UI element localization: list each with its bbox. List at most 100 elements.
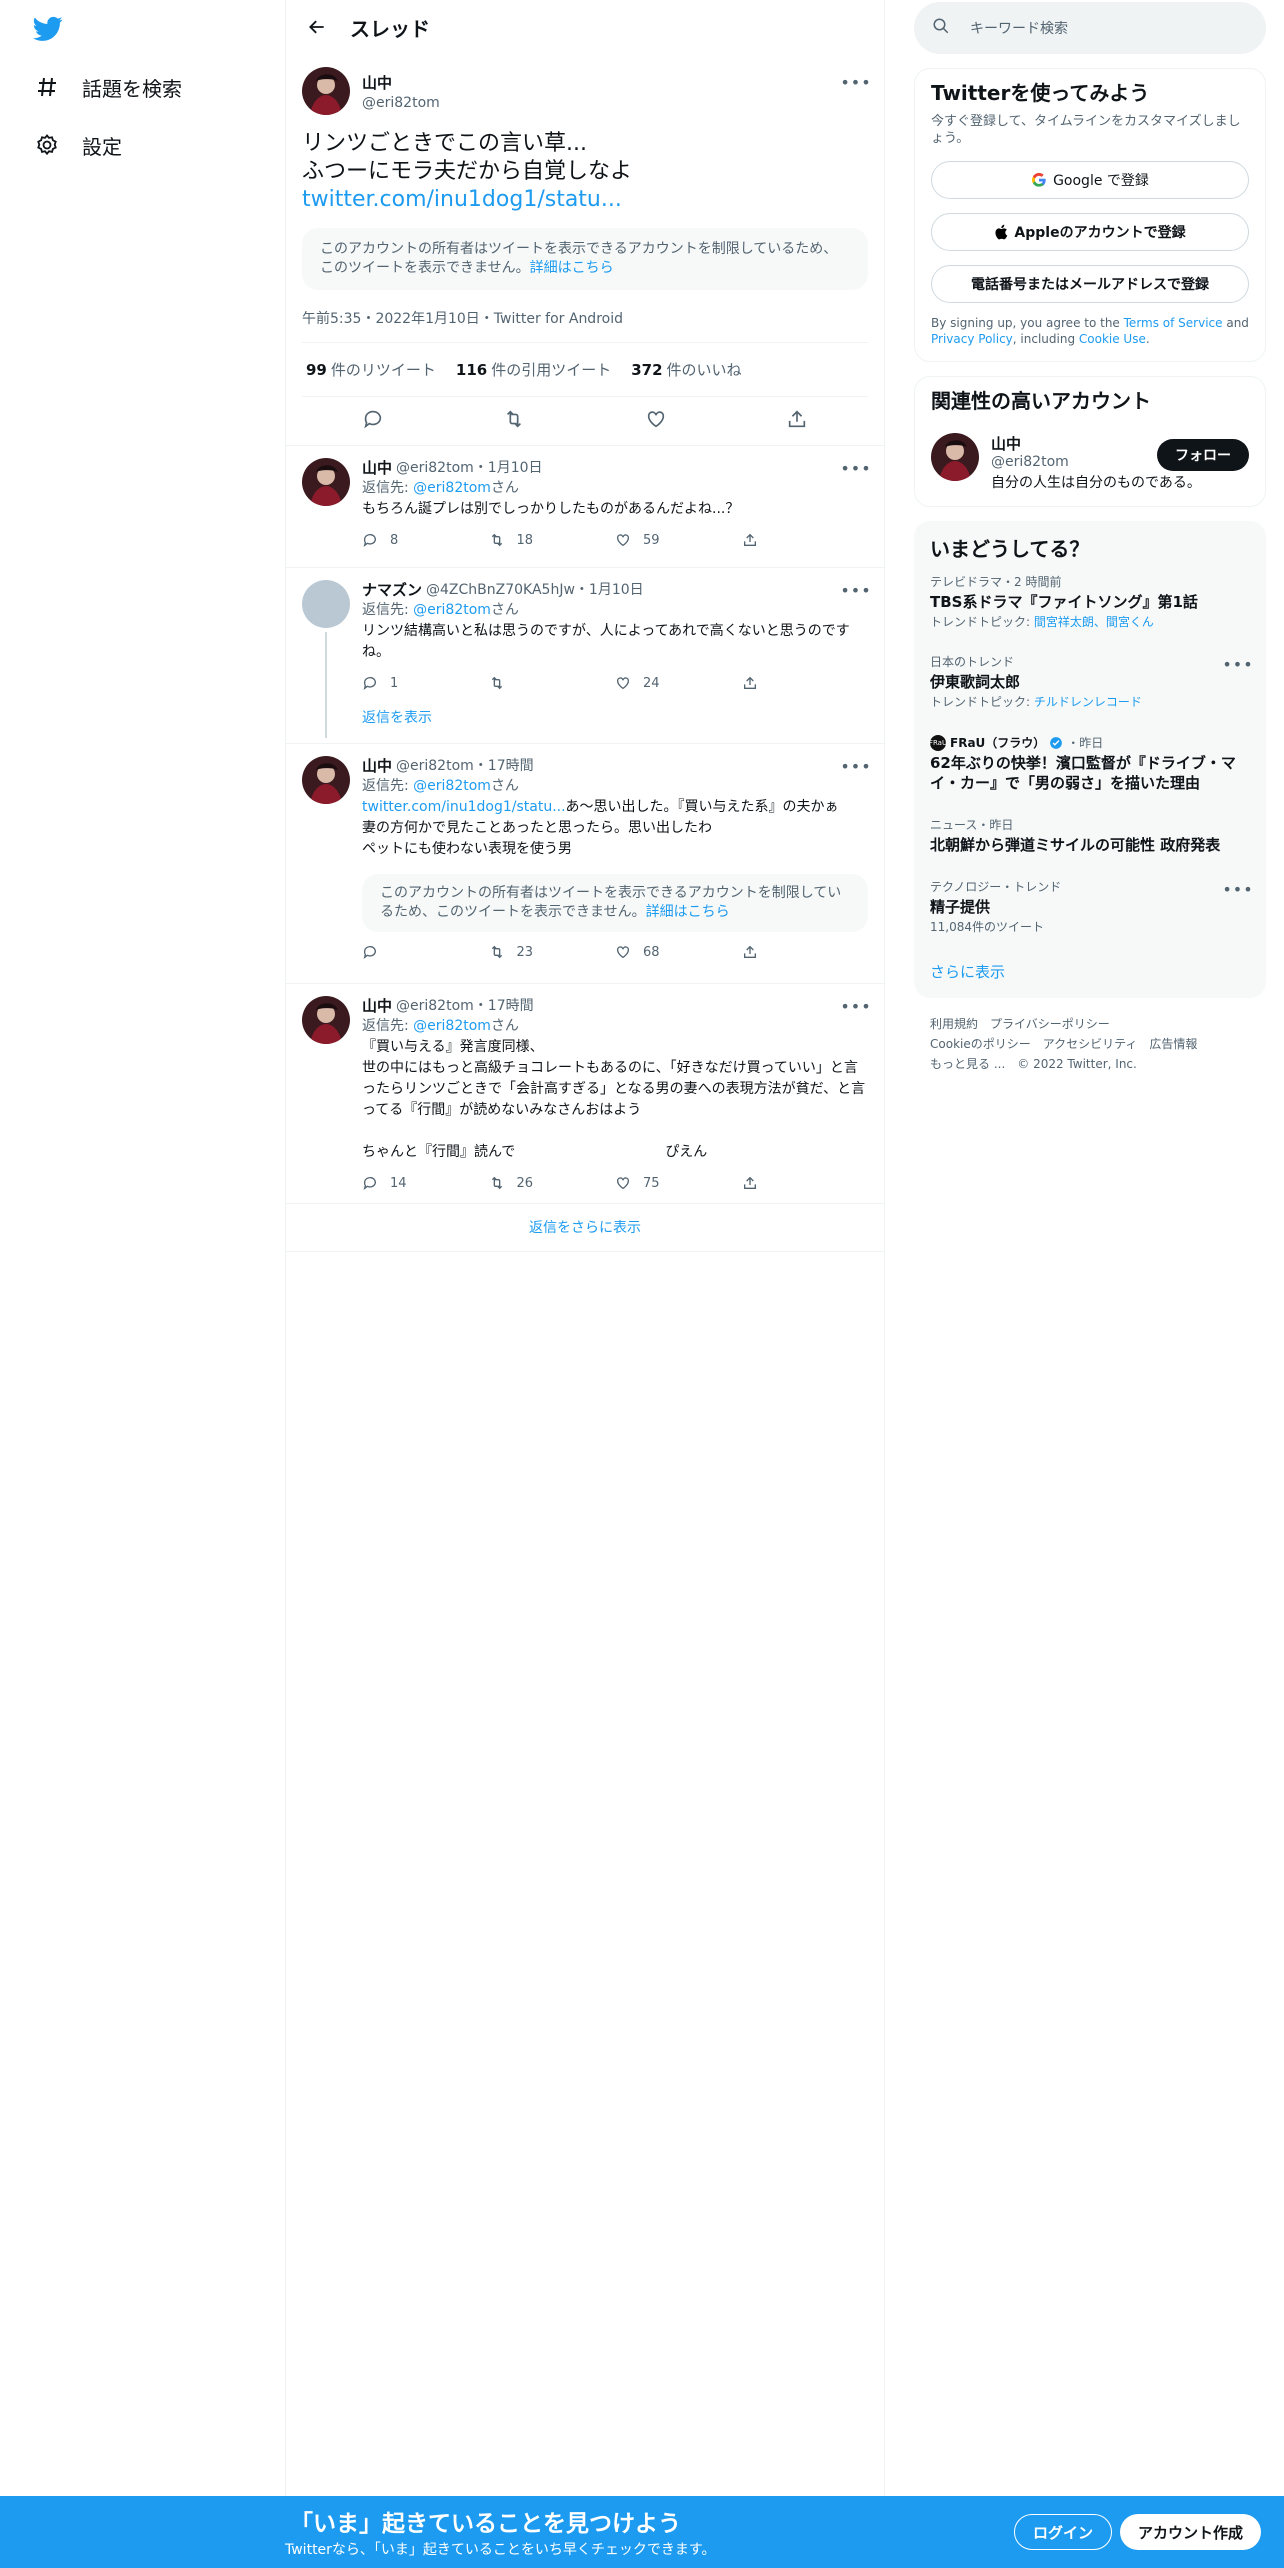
more-icon[interactable]: ••• [840, 72, 870, 92]
trend-item[interactable]: ニュース・昨日 北朝鮮から弾道ミサイルの可能性 政府発表 [914, 805, 1266, 867]
reply-to-link[interactable]: @eri82tom [413, 480, 491, 496]
author-handle[interactable]: @eri82tom [362, 95, 440, 111]
footer-terms[interactable]: 利用規約 [930, 1017, 978, 1031]
avatar[interactable] [302, 67, 350, 115]
tweet-text: もちろん誕プレは別でしっかりしたものがあるんだよね...？ [362, 501, 740, 517]
verified-icon [1050, 736, 1063, 749]
avatar[interactable] [302, 756, 350, 804]
tweet-link[interactable]: twitter.com/inu1dog1/statu... [302, 186, 868, 214]
follow-button[interactable]: フォロー [1157, 439, 1249, 471]
retweet-count[interactable]: 99 件のリツイート [306, 359, 436, 380]
reply-tweet[interactable]: 山中 @eri82tom・1月10日 ••• 返信先: @eri82tomさん も… [286, 446, 884, 568]
tweet-timestamp[interactable]: 午前5:35・2022年1月10日・Twitter for Android [302, 290, 868, 343]
more-icon[interactable]: ••• [840, 580, 870, 600]
avatar[interactable] [302, 458, 350, 506]
trend-item[interactable]: テクノロジー・トレンド 精子提供 11,084件のツイート ••• [914, 867, 1266, 947]
privacy-link[interactable]: Privacy Policy [931, 332, 1013, 346]
reply-button[interactable]: 1 [362, 675, 489, 691]
reply-icon[interactable] [362, 408, 384, 434]
share-button[interactable] [742, 1175, 869, 1191]
like-button[interactable]: 24 [615, 675, 742, 691]
retweet-button[interactable]: 18 [489, 532, 616, 548]
reply-to-link[interactable]: @eri82tom [413, 1018, 491, 1034]
like-button[interactable]: 75 [615, 1175, 742, 1191]
author-name[interactable]: ナマズン [362, 580, 422, 600]
avatar[interactable] [302, 996, 350, 1044]
learn-more-link[interactable]: 詳細はこちら [530, 260, 614, 276]
more-icon[interactable]: ••• [840, 996, 870, 1016]
author-name[interactable]: 山中 [362, 756, 392, 776]
reply-button[interactable] [362, 944, 489, 960]
cookie-link[interactable]: Cookie Use [1079, 332, 1146, 346]
retweet-button[interactable] [489, 675, 616, 691]
reply-button[interactable]: 14 [362, 1175, 489, 1191]
reply-to-line: 返信先: @eri82tomさん [362, 602, 519, 618]
share-icon[interactable] [786, 408, 808, 434]
avatar[interactable] [302, 580, 350, 628]
retweet-icon [491, 533, 502, 547]
twitter-logo-icon[interactable] [33, 16, 63, 44]
more-icon[interactable]: ••• [1222, 879, 1252, 899]
search-input[interactable]: キーワード検索 [914, 2, 1266, 54]
share-button[interactable] [742, 675, 869, 691]
share-button[interactable] [742, 532, 869, 548]
page-title: スレッド [350, 16, 430, 41]
more-icon[interactable]: ••• [840, 756, 870, 776]
share-button[interactable] [742, 944, 869, 960]
author-handle-time[interactable]: @eri82tom・17時間 [396, 756, 534, 776]
trend-item[interactable]: テレビドラマ・2 時間前 TBS系ドラマ『ファイトソング』第1話 トレンドトピッ… [914, 562, 1266, 642]
author-name[interactable]: 山中 [362, 72, 440, 93]
tweet-link[interactable]: twitter.com/inu1dog1/statu... [362, 799, 566, 815]
terms-link[interactable]: Terms of Service [1124, 316, 1223, 330]
reply-tweet[interactable]: ナマズン @4ZChBnZ70KA5hJw・1月10日 ••• 返信先: @eri… [286, 568, 884, 744]
like-count[interactable]: 372 件のいいね [631, 359, 741, 380]
trend-count: 11,084件のツイート [930, 920, 1044, 934]
create-account-button[interactable]: アカウント作成 [1120, 2514, 1262, 2550]
author-handle-time[interactable]: @eri82tom・1月10日 [396, 458, 543, 478]
show-replies-link[interactable]: 返信を表示 [362, 707, 868, 727]
avatar[interactable] [931, 433, 979, 481]
footer-cookie[interactable]: Cookieのポリシー [930, 1037, 1031, 1051]
retweet-button[interactable]: 23 [489, 944, 616, 960]
back-arrow-icon[interactable] [302, 12, 332, 42]
reply-to-link[interactable]: @eri82tom [413, 778, 491, 794]
nav-explore[interactable]: 話題を検索 [34, 69, 182, 105]
google-signup-button[interactable]: Google で登録 [931, 161, 1249, 199]
tweet-text: リンツごときでこの言い草... ふつーにモラ夫だから自覚しなよ twitter.… [302, 130, 868, 214]
right-sidebar: キーワード検索 Twitterを使ってみよう 今すぐ登録して、タイムラインをカス… [914, 0, 1266, 1090]
like-button[interactable]: 68 [615, 944, 742, 960]
related-account[interactable]: 山中 @eri82tom 自分の人生は自分のものである。 フォロー [931, 433, 1249, 492]
retweet-button[interactable]: 26 [489, 1175, 616, 1191]
trend-title: 62年ぶりの快挙！濱口監督が『ドライブ・マイ・カー』で「男の弱さ」を描いた理由 [930, 754, 1236, 792]
author-handle-time[interactable]: @4ZChBnZ70KA5hJw・1月10日 [426, 580, 644, 600]
footer-privacy[interactable]: プライバシーポリシー [990, 1017, 1110, 1031]
search-placeholder: キーワード検索 [970, 21, 1068, 37]
more-icon[interactable]: ••• [840, 458, 870, 478]
like-icon[interactable] [645, 408, 667, 434]
show-more-replies-link[interactable]: 返信をさらに表示 [286, 1204, 884, 1252]
footer-ads[interactable]: 広告情報 [1149, 1037, 1197, 1051]
author-name[interactable]: 山中 [362, 996, 392, 1016]
learn-more-link[interactable]: 詳細はこちら [646, 904, 730, 920]
author-name[interactable]: 山中 [362, 458, 392, 478]
more-icon[interactable]: ••• [1222, 654, 1252, 674]
restricted-quote[interactable]: このアカウントの所有者はツイートを表示できるアカウントを制限しているため、このツ… [362, 874, 868, 932]
apple-signup-button[interactable]: Appleのアカウントで登録 [931, 213, 1249, 251]
retweet-icon[interactable] [503, 408, 525, 434]
reply-to-link[interactable]: @eri82tom [413, 602, 491, 618]
reply-tweet[interactable]: 山中 @eri82tom・17時間 ••• 返信先: @eri82tomさん 『買… [286, 984, 884, 1204]
phone-email-signup-button[interactable]: 電話番号またはメールアドレスで登録 [931, 265, 1249, 303]
nav-settings[interactable]: 設定 [34, 127, 122, 163]
trend-item[interactable]: 日本のトレンド 伊東歌詞太郎 トレンドトピック: チルドレンレコード ••• [914, 642, 1266, 722]
show-more-link[interactable]: さらに表示 [914, 947, 1266, 996]
tweet-actions: 8 18 59 [362, 530, 868, 550]
like-button[interactable]: 59 [615, 532, 742, 548]
author-handle-time[interactable]: @eri82tom・17時間 [396, 996, 534, 1016]
quote-count[interactable]: 116 件の引用ツイート [456, 359, 611, 380]
reply-tweet[interactable]: 山中 @eri82tom・17時間 ••• 返信先: @eri82tomさん tw… [286, 744, 884, 984]
footer-more[interactable]: もっと見る ... [930, 1057, 1005, 1071]
trend-item[interactable]: FRaU FRaU（フラウ） ・昨日 62年ぶりの快挙！濱口監督が『ドライブ・マ… [914, 722, 1266, 805]
login-button[interactable]: ログイン [1014, 2514, 1113, 2550]
reply-button[interactable]: 8 [362, 532, 489, 548]
footer-accessibility[interactable]: アクセシビリティ [1043, 1037, 1138, 1051]
